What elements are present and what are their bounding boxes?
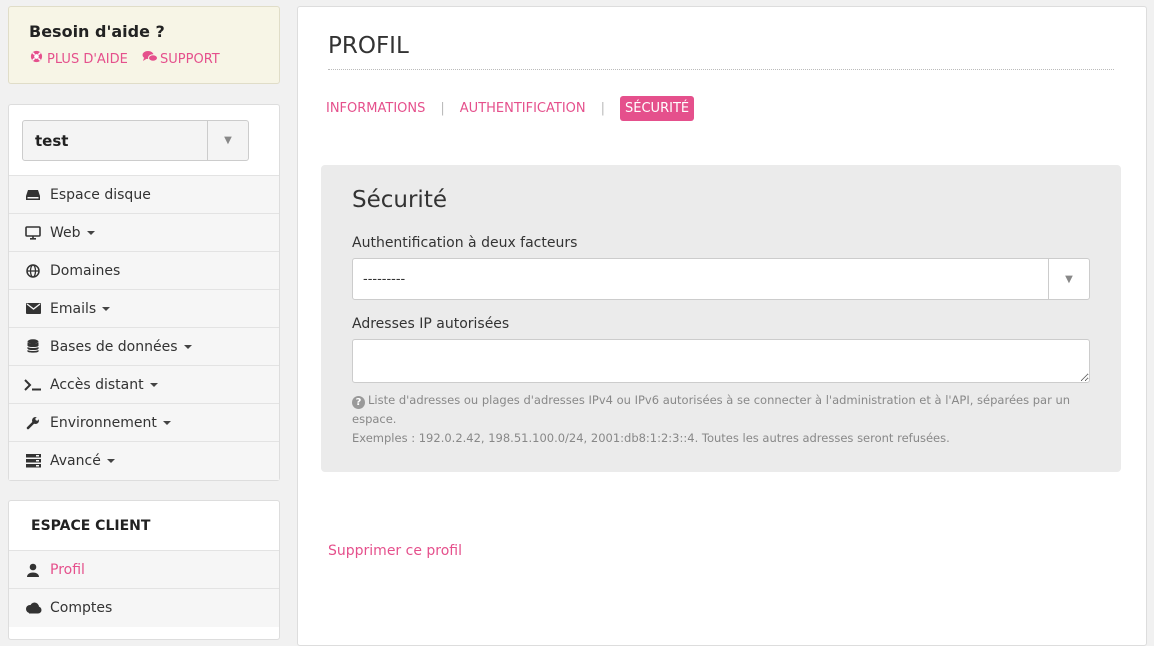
- caret-down-icon: [162, 420, 171, 425]
- sidebar-item-environnement[interactable]: Environnement: [9, 404, 279, 442]
- client-panel-title: ESPACE CLIENT: [9, 501, 279, 551]
- sidebar-item-label: Espace disque: [50, 186, 151, 203]
- sidebar-item-label: Web: [50, 224, 81, 241]
- sidebar-item-acces-distant[interactable]: Accès distant: [9, 366, 279, 404]
- account-select-value: test: [35, 131, 69, 150]
- ip-label: Adresses IP autorisées: [352, 316, 510, 332]
- ip-input[interactable]: [352, 339, 1090, 383]
- more-help-label: PLUS D'AIDE: [47, 52, 128, 67]
- client-panel: ESPACE CLIENT Profil Comptes: [8, 500, 280, 640]
- sidebar-item-emails[interactable]: Emails: [9, 290, 279, 328]
- monitor-icon: [23, 225, 43, 240]
- two-factor-label: Authentification à deux facteurs: [352, 235, 578, 251]
- caret-down-icon: [183, 344, 192, 349]
- hdd-icon: [23, 189, 43, 201]
- section-title: Sécurité: [352, 187, 447, 213]
- client-item-profil[interactable]: Profil: [9, 551, 279, 589]
- client-item-label: Comptes: [50, 600, 113, 616]
- tab-separator: |: [440, 101, 445, 116]
- two-factor-select[interactable]: --------- ▼: [352, 258, 1090, 300]
- server-icon: [23, 454, 43, 468]
- ip-help-text: ? Liste d'adresses ou plages d'adresses I…: [352, 391, 1092, 448]
- caret-down-icon: [149, 382, 158, 387]
- cloud-icon: [23, 602, 43, 614]
- terminal-icon: [23, 378, 43, 391]
- support-label: SUPPORT: [160, 52, 220, 67]
- sidebar-item-espace-disque[interactable]: Espace disque: [9, 176, 279, 214]
- caret-down-icon: [106, 459, 115, 463]
- chevron-down-icon: ▼: [1048, 259, 1089, 299]
- tab-separator: |: [600, 101, 606, 116]
- help-box: Besoin d'aide ? PLUS D'AIDE SUPPORT: [8, 6, 280, 84]
- sidebar-item-label: Domaines: [50, 262, 121, 279]
- profile-tabs: INFORMATIONS | AUTHENTIFICATION | SÉCURI…: [326, 96, 695, 121]
- sidebar-item-web[interactable]: Web: [9, 214, 279, 252]
- tab-securite[interactable]: SÉCURITÉ: [620, 96, 695, 121]
- sidebar-item-avance[interactable]: Avancé: [9, 442, 279, 480]
- comments-icon: [142, 50, 159, 67]
- security-card: Sécurité Authentification à deux facteur…: [321, 165, 1121, 472]
- tab-informations[interactable]: INFORMATIONS: [326, 101, 425, 116]
- page-title: PROFIL: [328, 33, 409, 59]
- ip-help-line-1: Liste d'adresses ou plages d'adresses IP…: [352, 393, 1071, 426]
- chevron-down-icon: ▼: [207, 121, 248, 160]
- ip-help-line-2: Exemples : 192.0.2.42, 198.51.100.0/24, …: [352, 431, 950, 445]
- sidebar-item-label: Emails: [50, 300, 97, 317]
- title-divider: [328, 69, 1114, 70]
- sidebar-item-label: Accès distant: [50, 376, 144, 393]
- caret-down-icon: [102, 306, 111, 311]
- sidebar-item-label: Environnement: [50, 414, 157, 431]
- client-item-label: Profil: [50, 561, 85, 578]
- sidebar-item-domaines[interactable]: Domaines: [9, 252, 279, 290]
- sidebar-item-label: Bases de données: [50, 338, 178, 355]
- help-title: Besoin d'aide ?: [29, 22, 165, 41]
- more-help-link[interactable]: PLUS D'AIDE: [29, 50, 132, 67]
- client-item-comptes[interactable]: Comptes: [9, 589, 279, 627]
- nav-panel: test ▼ Espace disque Web Domaines Emails…: [8, 104, 280, 481]
- lifebuoy-icon: [29, 50, 43, 67]
- question-circle-icon: ?: [352, 396, 365, 409]
- account-select[interactable]: test ▼: [22, 120, 249, 161]
- envelope-icon: [23, 303, 43, 314]
- database-icon: [23, 339, 43, 354]
- user-icon: [23, 563, 43, 577]
- caret-down-icon: [86, 230, 95, 235]
- sidebar-item-label: Avancé: [50, 453, 101, 469]
- main-content: PROFIL INFORMATIONS | AUTHENTIFICATION |…: [297, 6, 1147, 646]
- sidebar-item-bases-de-donnees[interactable]: Bases de données: [9, 328, 279, 366]
- tab-authentification[interactable]: AUTHENTIFICATION: [460, 101, 586, 116]
- support-link[interactable]: SUPPORT: [142, 50, 220, 67]
- two-factor-select-value: ---------: [363, 271, 406, 287]
- delete-profile-link[interactable]: Supprimer ce profil: [328, 543, 462, 559]
- wrench-icon: [23, 416, 43, 430]
- globe-icon: [23, 263, 43, 278]
